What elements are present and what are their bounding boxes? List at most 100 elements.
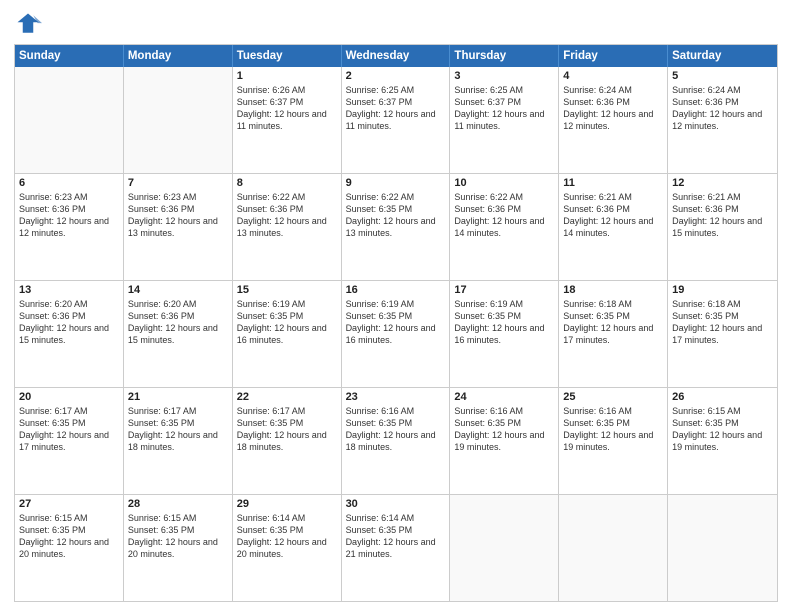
day-number: 4	[563, 70, 663, 82]
day-info: Sunrise: 6:20 AM Sunset: 6:36 PM Dayligh…	[19, 298, 119, 347]
day-info: Sunrise: 6:19 AM Sunset: 6:35 PM Dayligh…	[454, 298, 554, 347]
day-number: 8	[237, 177, 337, 189]
day-info: Sunrise: 6:24 AM Sunset: 6:36 PM Dayligh…	[563, 84, 663, 133]
calendar-cell-17: 17 Sunrise: 6:19 AM Sunset: 6:35 PM Dayli…	[450, 281, 559, 387]
day-number: 3	[454, 70, 554, 82]
day-info: Sunrise: 6:15 AM Sunset: 6:35 PM Dayligh…	[19, 512, 119, 561]
calendar-cell-19: 19Sunrise: 6:18 AM Sunset: 6:35 PM Dayli…	[668, 281, 777, 387]
day-number: 15	[237, 284, 337, 296]
day-info: Sunrise: 6:25 AM Sunset: 6:37 PM Dayligh…	[454, 84, 554, 133]
calendar-cell-5: 5 Sunrise: 6:24 AM Sunset: 6:36 PM Daylig…	[668, 67, 777, 173]
day-info: Sunrise: 6:14 AM Sunset: 6:35 PM Dayligh…	[346, 512, 446, 561]
calendar-cell-12: 12 Sunrise: 6:21 AM Sunset: 6:36 PM Dayli…	[668, 174, 777, 280]
calendar: SundayMondayTuesdayWednesdayThursdayFrid…	[14, 44, 778, 602]
calendar-cell-10: 10 Sunrise: 6:22 AM Sunset: 6:36 PM Dayli…	[450, 174, 559, 280]
header-day-tuesday: Tuesday	[233, 45, 342, 67]
day-info: Sunrise: 6:19 AM Sunset: 6:35 PM Dayligh…	[237, 298, 337, 347]
calendar-cell-3: 3 Sunrise: 6:25 AM Sunset: 6:37 PM Daylig…	[450, 67, 559, 173]
day-info: Sunrise: 6:15 AM Sunset: 6:35 PM Dayligh…	[672, 405, 773, 454]
day-number: 28	[128, 498, 228, 510]
day-number: 11	[563, 177, 663, 189]
day-number: 5	[672, 70, 773, 82]
day-info: Sunrise: 6:20 AM Sunset: 6:36 PM Dayligh…	[128, 298, 228, 347]
calendar-cell-16: 16 Sunrise: 6:19 AM Sunset: 6:35 PM Dayli…	[342, 281, 451, 387]
day-info: Sunrise: 6:16 AM Sunset: 6:35 PM Dayligh…	[454, 405, 554, 454]
day-info: Sunrise: 6:18 AM Sunset: 6:35 PM Dayligh…	[563, 298, 663, 347]
calendar-cell-empty-0-1	[124, 67, 233, 173]
header	[14, 10, 778, 38]
calendar-cell-22: 22 Sunrise: 6:17 AM Sunset: 6:35 PM Dayli…	[233, 388, 342, 494]
day-info: Sunrise: 6:22 AM Sunset: 6:36 PM Dayligh…	[237, 191, 337, 240]
logo	[14, 10, 46, 38]
day-number: 25	[563, 391, 663, 403]
calendar-cell-28: 28 Sunrise: 6:15 AM Sunset: 6:35 PM Dayli…	[124, 495, 233, 601]
day-info: Sunrise: 6:17 AM Sunset: 6:35 PM Dayligh…	[128, 405, 228, 454]
day-number: 22	[237, 391, 337, 403]
calendar-cell-14: 14 Sunrise: 6:20 AM Sunset: 6:36 PM Dayli…	[124, 281, 233, 387]
day-number: 18	[563, 284, 663, 296]
calendar-cell-8: 8 Sunrise: 6:22 AM Sunset: 6:36 PM Daylig…	[233, 174, 342, 280]
day-number: 2	[346, 70, 446, 82]
calendar-cell-empty-0-0	[15, 67, 124, 173]
day-number: 24	[454, 391, 554, 403]
calendar-cell-1: 1Sunrise: 6:26 AM Sunset: 6:37 PM Daylig…	[233, 67, 342, 173]
calendar-cell-25: 25 Sunrise: 6:16 AM Sunset: 6:35 PM Dayli…	[559, 388, 668, 494]
day-number: 19	[672, 284, 773, 296]
day-number: 26	[672, 391, 773, 403]
calendar-cell-23: 23Sunrise: 6:16 AM Sunset: 6:35 PM Dayli…	[342, 388, 451, 494]
calendar-body: 1Sunrise: 6:26 AM Sunset: 6:37 PM Daylig…	[15, 67, 777, 601]
day-info: Sunrise: 6:17 AM Sunset: 6:35 PM Dayligh…	[19, 405, 119, 454]
calendar-cell-2: 2Sunrise: 6:25 AM Sunset: 6:37 PM Daylig…	[342, 67, 451, 173]
header-day-wednesday: Wednesday	[342, 45, 451, 67]
day-number: 23	[346, 391, 446, 403]
day-number: 12	[672, 177, 773, 189]
calendar-cell-7: 7Sunrise: 6:23 AM Sunset: 6:36 PM Daylig…	[124, 174, 233, 280]
day-info: Sunrise: 6:16 AM Sunset: 6:35 PM Dayligh…	[563, 405, 663, 454]
day-number: 21	[128, 391, 228, 403]
day-number: 20	[19, 391, 119, 403]
calendar-cell-18: 18 Sunrise: 6:18 AM Sunset: 6:35 PM Dayli…	[559, 281, 668, 387]
calendar-cell-13: 13 Sunrise: 6:20 AM Sunset: 6:36 PM Dayli…	[15, 281, 124, 387]
day-number: 27	[19, 498, 119, 510]
day-info: Sunrise: 6:21 AM Sunset: 6:36 PM Dayligh…	[563, 191, 663, 240]
header-day-sunday: Sunday	[15, 45, 124, 67]
day-info: Sunrise: 6:15 AM Sunset: 6:35 PM Dayligh…	[128, 512, 228, 561]
day-number: 16	[346, 284, 446, 296]
header-day-saturday: Saturday	[668, 45, 777, 67]
calendar-row-5: 27 Sunrise: 6:15 AM Sunset: 6:35 PM Dayli…	[15, 495, 777, 601]
calendar-row-1: 1Sunrise: 6:26 AM Sunset: 6:37 PM Daylig…	[15, 67, 777, 174]
calendar-row-2: 6 Sunrise: 6:23 AM Sunset: 6:36 PM Daylig…	[15, 174, 777, 281]
day-info: Sunrise: 6:23 AM Sunset: 6:36 PM Dayligh…	[19, 191, 119, 240]
calendar-cell-empty-4-5	[559, 495, 668, 601]
day-info: Sunrise: 6:17 AM Sunset: 6:35 PM Dayligh…	[237, 405, 337, 454]
day-info: Sunrise: 6:24 AM Sunset: 6:36 PM Dayligh…	[672, 84, 773, 133]
calendar-cell-11: 11 Sunrise: 6:21 AM Sunset: 6:36 PM Dayli…	[559, 174, 668, 280]
calendar-cell-27: 27 Sunrise: 6:15 AM Sunset: 6:35 PM Dayli…	[15, 495, 124, 601]
calendar-cell-30: 30Sunrise: 6:14 AM Sunset: 6:35 PM Dayli…	[342, 495, 451, 601]
calendar-cell-29: 29Sunrise: 6:14 AM Sunset: 6:35 PM Dayli…	[233, 495, 342, 601]
day-number: 17	[454, 284, 554, 296]
day-number: 14	[128, 284, 228, 296]
calendar-cell-21: 21 Sunrise: 6:17 AM Sunset: 6:35 PM Dayli…	[124, 388, 233, 494]
calendar-row-3: 13 Sunrise: 6:20 AM Sunset: 6:36 PM Dayli…	[15, 281, 777, 388]
calendar-cell-empty-4-4	[450, 495, 559, 601]
header-day-thursday: Thursday	[450, 45, 559, 67]
header-day-monday: Monday	[124, 45, 233, 67]
day-number: 6	[19, 177, 119, 189]
calendar-cell-20: 20 Sunrise: 6:17 AM Sunset: 6:35 PM Dayli…	[15, 388, 124, 494]
day-info: Sunrise: 6:14 AM Sunset: 6:35 PM Dayligh…	[237, 512, 337, 561]
day-info: Sunrise: 6:21 AM Sunset: 6:36 PM Dayligh…	[672, 191, 773, 240]
day-info: Sunrise: 6:22 AM Sunset: 6:36 PM Dayligh…	[454, 191, 554, 240]
day-info: Sunrise: 6:26 AM Sunset: 6:37 PM Dayligh…	[237, 84, 337, 133]
day-info: Sunrise: 6:19 AM Sunset: 6:35 PM Dayligh…	[346, 298, 446, 347]
day-number: 10	[454, 177, 554, 189]
calendar-cell-15: 15 Sunrise: 6:19 AM Sunset: 6:35 PM Dayli…	[233, 281, 342, 387]
calendar-cell-6: 6 Sunrise: 6:23 AM Sunset: 6:36 PM Daylig…	[15, 174, 124, 280]
calendar-cell-4: 4 Sunrise: 6:24 AM Sunset: 6:36 PM Daylig…	[559, 67, 668, 173]
calendar-cell-empty-4-6	[668, 495, 777, 601]
day-number: 13	[19, 284, 119, 296]
day-info: Sunrise: 6:23 AM Sunset: 6:36 PM Dayligh…	[128, 191, 228, 240]
calendar-row-4: 20 Sunrise: 6:17 AM Sunset: 6:35 PM Dayli…	[15, 388, 777, 495]
day-info: Sunrise: 6:22 AM Sunset: 6:35 PM Dayligh…	[346, 191, 446, 240]
calendar-cell-24: 24 Sunrise: 6:16 AM Sunset: 6:35 PM Dayli…	[450, 388, 559, 494]
